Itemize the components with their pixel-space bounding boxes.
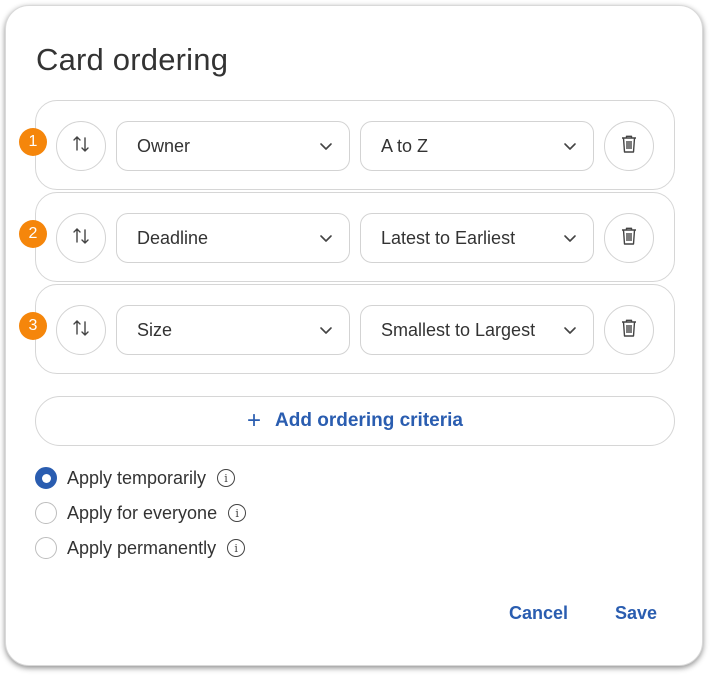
direction-select[interactable]: Latest to Earliest xyxy=(360,213,594,263)
direction-select-value: Smallest to Largest xyxy=(381,319,536,340)
radio-label: Apply temporarily xyxy=(67,467,207,488)
chevron-down-icon xyxy=(319,233,333,243)
trash-icon xyxy=(620,226,638,251)
info-icon[interactable]: i xyxy=(228,504,247,522)
save-button[interactable]: Save xyxy=(615,603,657,624)
criterion-index-badge: 3 xyxy=(19,312,47,340)
criterion-index-badge: 2 xyxy=(19,220,47,248)
radio-apply-temporarily[interactable] xyxy=(35,467,57,489)
criterion-index-badge: 1 xyxy=(19,128,47,156)
delete-criterion-button[interactable] xyxy=(604,305,654,355)
field-select-value: Owner xyxy=(137,135,191,156)
ordering-criterion-row: 3 Size Smallest to Largest xyxy=(19,284,675,374)
field-select[interactable]: Owner xyxy=(116,121,350,171)
field-select-value: Size xyxy=(137,319,173,340)
chevron-down-icon xyxy=(563,141,577,151)
apply-permanently-option[interactable]: Apply permanently i xyxy=(35,535,246,561)
info-icon[interactable]: i xyxy=(227,539,246,557)
radio-apply-permanently[interactable] xyxy=(35,537,57,559)
radio-apply-for-everyone[interactable] xyxy=(35,502,57,524)
direction-select-value: A to Z xyxy=(381,135,429,156)
field-select[interactable]: Size xyxy=(116,305,350,355)
field-select-value: Deadline xyxy=(137,227,209,248)
apply-for-everyone-option[interactable]: Apply for everyone i xyxy=(35,500,247,526)
direction-select-value: Latest to Earliest xyxy=(381,227,516,248)
trash-icon xyxy=(620,134,638,159)
reorder-button[interactable] xyxy=(56,305,106,355)
radio-label: Apply for everyone xyxy=(67,502,218,523)
card-ordering-dialog: Card ordering 1 Owner A to Z 2 Deadline … xyxy=(5,5,703,666)
chevron-down-icon xyxy=(563,325,577,335)
radio-label: Apply permanently xyxy=(67,537,217,558)
direction-select[interactable]: Smallest to Largest xyxy=(360,305,594,355)
ordering-criterion-row: 1 Owner A to Z xyxy=(19,100,675,190)
chevron-down-icon xyxy=(319,141,333,151)
info-icon[interactable]: i xyxy=(217,469,236,487)
plus-icon: + xyxy=(247,407,262,434)
dialog-title: Card ordering xyxy=(36,42,229,77)
chevron-down-icon xyxy=(319,325,333,335)
swap-vertical-icon xyxy=(71,134,91,159)
add-ordering-criteria-label: Add ordering criteria xyxy=(275,410,463,431)
cancel-button[interactable]: Cancel xyxy=(509,603,568,624)
apply-temporarily-option[interactable]: Apply temporarily i xyxy=(35,465,236,491)
swap-vertical-icon xyxy=(71,226,91,251)
reorder-button[interactable] xyxy=(56,213,106,263)
add-ordering-criteria-button[interactable]: + Add ordering criteria xyxy=(35,396,675,446)
reorder-button[interactable] xyxy=(56,121,106,171)
ordering-criterion-row: 2 Deadline Latest to Earliest xyxy=(19,192,675,282)
chevron-down-icon xyxy=(563,233,577,243)
delete-criterion-button[interactable] xyxy=(604,121,654,171)
delete-criterion-button[interactable] xyxy=(604,213,654,263)
swap-vertical-icon xyxy=(71,318,91,343)
field-select[interactable]: Deadline xyxy=(116,213,350,263)
trash-icon xyxy=(620,318,638,343)
direction-select[interactable]: A to Z xyxy=(360,121,594,171)
